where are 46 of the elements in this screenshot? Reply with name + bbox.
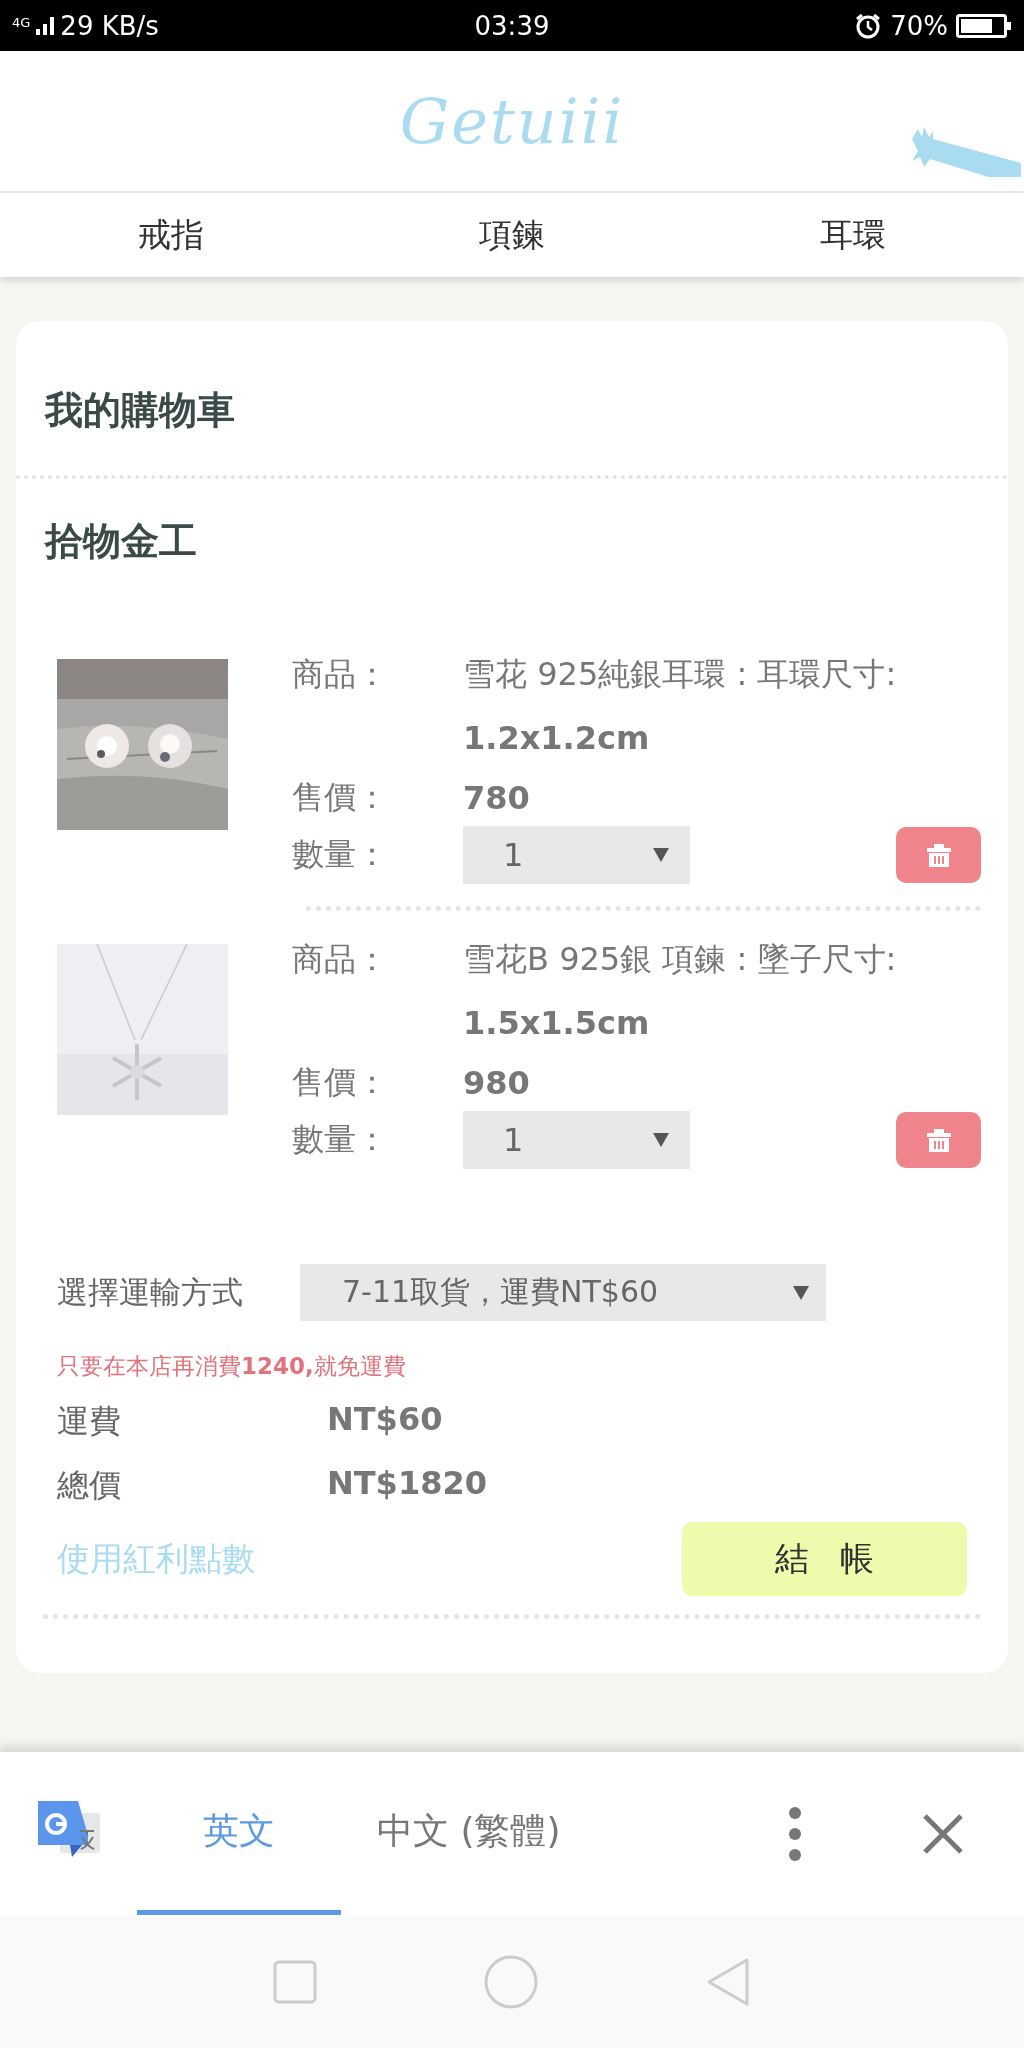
page-title: 我的購物車	[43, 387, 236, 434]
shop-name: 拾物金工	[43, 518, 198, 565]
field-label: 數量：	[292, 1119, 389, 1160]
summary-label: 運費	[57, 1401, 122, 1442]
language-tab[interactable]: 中文 (繁體)	[341, 1752, 597, 1915]
product-size: 1.2x1.2cm	[463, 719, 651, 757]
home-icon[interactable]	[484, 1954, 538, 2009]
summary-label: 總價	[57, 1465, 122, 1506]
field-label: 數量：	[292, 834, 389, 875]
product-price: 980	[463, 1064, 531, 1102]
field-label: 售價：	[292, 777, 389, 818]
clock-time: 03:39	[474, 10, 550, 41]
quantity-select[interactable]: 1	[463, 826, 690, 884]
close-icon[interactable]	[922, 1812, 964, 1855]
more-icon[interactable]	[788, 1805, 802, 1862]
network-type: 4G	[12, 14, 31, 30]
category-link[interactable]: 耳環	[682, 212, 1024, 258]
caret-icon	[652, 1132, 670, 1148]
product-name: 雪花 925純銀耳環 : 耳環尺寸:	[463, 654, 898, 695]
shipping-select[interactable]: 7-11取貨，運費NT$60	[300, 1264, 826, 1321]
battery-icon	[956, 12, 1012, 39]
category-link[interactable]: 戒指	[0, 212, 342, 258]
caret-icon	[792, 1284, 810, 1301]
product-size: 1.5x1.5cm	[463, 1004, 651, 1042]
checkout-button[interactable]: 結 帳	[682, 1522, 967, 1596]
field-label: 售價：	[292, 1062, 389, 1103]
battery-percent: 70%	[890, 10, 948, 41]
delete-button[interactable]	[896, 827, 981, 883]
quantity-select[interactable]: 1	[463, 1111, 690, 1169]
product-name: 雪花B 925銀 項鍊 : 墜子尺寸:	[463, 939, 898, 980]
field-label: 選擇運輸方式	[57, 1272, 243, 1312]
field-label: 商品：	[292, 654, 389, 695]
caret-icon	[652, 847, 670, 863]
trash-icon	[925, 842, 952, 868]
category-link[interactable]: 項鍊	[341, 212, 683, 258]
recent-apps-icon[interactable]	[273, 1959, 318, 2004]
signal-icon	[36, 16, 55, 35]
field-label: 商品：	[292, 939, 389, 980]
summary-value: NT$1820	[327, 1464, 488, 1504]
alarm-icon	[854, 11, 883, 40]
summary-value: NT$60	[327, 1400, 444, 1440]
free-shipping-notice: 只要在本店再消費1240,就免運費	[56, 1352, 407, 1381]
product-price: 780	[463, 779, 531, 817]
delete-button[interactable]	[896, 1112, 981, 1168]
trash-icon	[925, 1127, 952, 1153]
network-speed: 29 KB/s	[60, 10, 159, 41]
